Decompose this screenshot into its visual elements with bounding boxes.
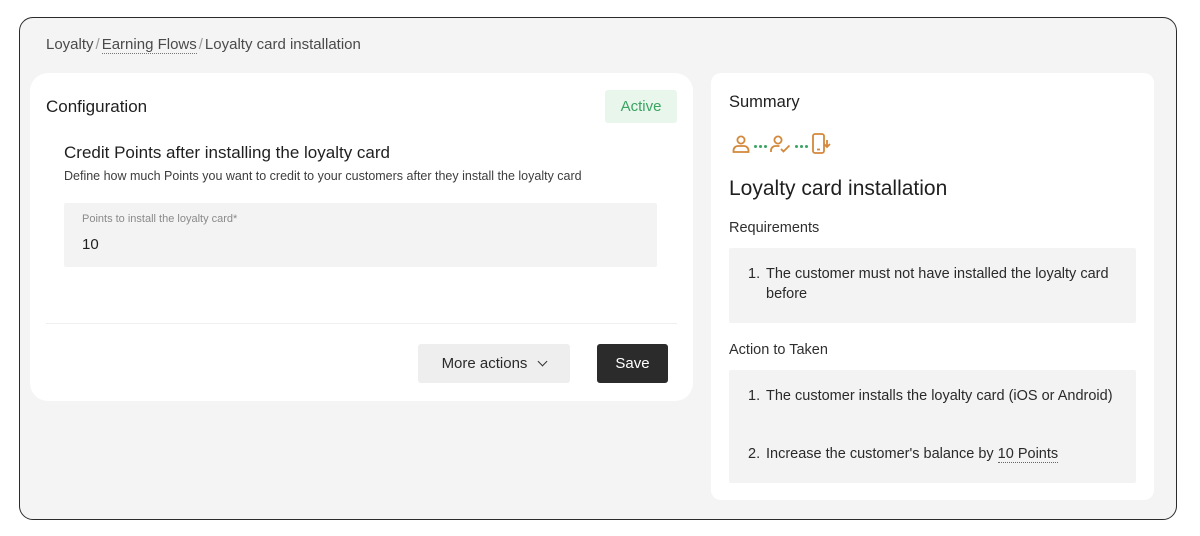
points-input[interactable] [82,236,632,253]
app-frame: Loyalty / Earning Flows / Loyalty card i… [19,17,1177,520]
actions-list: 1. The customer installs the loyalty car… [729,370,1136,483]
list-item: 1. The customer must not have installed … [748,266,1109,302]
configuration-card: Configuration Active Credit Points after… [30,73,693,401]
points-link[interactable]: 10 Points [997,446,1059,463]
list-item: 1. The customer installs the loyalty car… [748,388,1113,404]
flow-icons [731,133,831,160]
more-actions-button[interactable]: More actions [418,344,570,383]
summary-card: Summary Loyalty card installation Requir… [711,73,1154,500]
summary-title: Summary [729,93,800,111]
breadcrumb: Loyalty / Earning Flows / Loyalty card i… [46,36,361,54]
user-icon [731,134,751,159]
status-badge: Active [605,90,677,123]
section-description: Define how much Points you want to credi… [64,169,582,183]
action-label: Action to Taken [729,342,828,358]
points-field[interactable]: Points to install the loyalty card* [64,203,657,267]
flow-connector [795,145,808,148]
points-field-label: Points to install the loyalty card* [82,213,238,225]
configuration-title: Configuration [46,97,148,116]
chevron-down-icon [537,356,548,367]
flow-name: Loyalty card installation [729,177,948,200]
flow-connector [754,145,767,148]
list-item: 2. Increase the customer's balance by 10… [748,446,1059,463]
breadcrumb-separator: / [198,36,203,53]
breadcrumb-separator: / [95,36,100,53]
user-check-icon [770,134,792,159]
more-actions-label: More actions [441,355,528,372]
divider [46,323,677,324]
breadcrumb-earning-flows[interactable]: Earning Flows [101,36,197,54]
requirements-list: 1. The customer must not have installed … [729,248,1136,323]
section-title: Credit Points after installing the loyal… [64,143,390,162]
breadcrumb-loyalty[interactable]: Loyalty [46,36,94,53]
phone-download-icon [811,133,831,160]
requirements-label: Requirements [729,220,820,236]
breadcrumb-current: Loyalty card installation [204,36,361,53]
save-button[interactable]: Save [597,344,668,383]
